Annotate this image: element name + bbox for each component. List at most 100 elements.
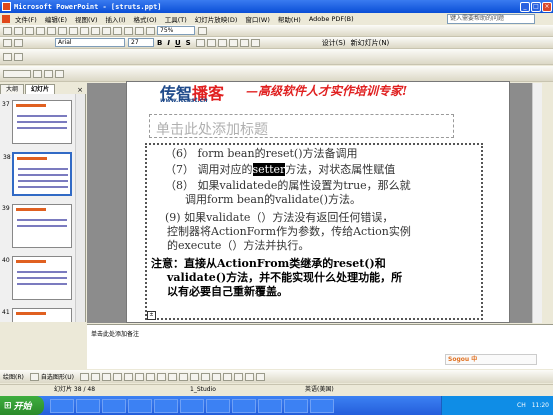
menu-help[interactable]: 帮助(H) — [278, 14, 301, 24]
dash-style-icon[interactable] — [222, 372, 232, 381]
select-icon[interactable] — [29, 372, 39, 381]
align-center-icon[interactable] — [206, 38, 216, 47]
undo-icon[interactable] — [102, 26, 111, 35]
taskbar-app-1[interactable] — [50, 398, 74, 413]
line-icon[interactable] — [79, 372, 89, 381]
fill-color-icon[interactable] — [178, 372, 188, 381]
font-color-icon[interactable] — [250, 38, 260, 47]
help-search-input[interactable]: 键入需要帮助的问题 — [447, 14, 535, 24]
font-color-draw-icon[interactable] — [200, 372, 210, 381]
body-textbox[interactable]: （6） form bean的reset()方法备调用 （7） 调用对应的sett… — [145, 143, 483, 320]
start-button[interactable]: ⊞ 开始 — [0, 396, 44, 415]
menu-edit[interactable]: 编辑(E) — [45, 14, 67, 24]
align-right-icon[interactable] — [217, 38, 227, 47]
italic-button[interactable]: I — [167, 39, 170, 47]
script-icon[interactable] — [44, 69, 53, 78]
new-slide-button[interactable]: 新幻灯片(N) — [351, 38, 390, 48]
taskbar-app-7[interactable] — [206, 398, 230, 413]
taskbar-app-5[interactable] — [154, 398, 178, 413]
preview-icon[interactable] — [47, 26, 56, 35]
thumbnail[interactable]: 39 — [2, 204, 72, 248]
spell-icon[interactable] — [58, 26, 67, 35]
pdf-mail-icon[interactable] — [14, 38, 23, 47]
3d-style-icon[interactable] — [255, 372, 265, 381]
ime-indicator[interactable]: CH — [517, 402, 526, 409]
menu-tools[interactable]: 工具(T) — [165, 14, 187, 24]
save-icon[interactable] — [25, 26, 34, 35]
taskbar-app-10[interactable] — [284, 398, 308, 413]
pdf-icon[interactable] — [3, 38, 12, 47]
autoshapes-menu[interactable]: 自选图形(U) — [41, 372, 74, 381]
minimize-button[interactable]: _ — [520, 1, 530, 12]
open-icon[interactable] — [14, 26, 23, 35]
pdf-convert-icon[interactable] — [3, 52, 12, 61]
diagram-icon[interactable] — [145, 372, 155, 381]
taskbar-app-9[interactable] — [258, 398, 282, 413]
menu-format[interactable]: 格式(O) — [134, 14, 157, 24]
shadow-button[interactable]: S — [186, 39, 191, 47]
thumbnail-scrollbar[interactable] — [75, 94, 85, 322]
bold-button[interactable]: B — [157, 39, 162, 47]
arrow-style-icon[interactable] — [233, 372, 243, 381]
font-size-select[interactable]: 27 — [128, 38, 154, 47]
menu-file[interactable]: 文件(F) — [15, 14, 37, 24]
maximize-button[interactable]: □ — [531, 1, 541, 12]
numbering-icon[interactable] — [228, 38, 238, 47]
taskbar-app-2[interactable] — [76, 398, 100, 413]
taskbar-app-6[interactable] — [180, 398, 204, 413]
draw-menu[interactable]: 绘图(R) — [3, 372, 24, 381]
print-icon[interactable] — [36, 26, 45, 35]
shadow-style-icon[interactable] — [244, 372, 254, 381]
taskbar-app-3[interactable] — [102, 398, 126, 413]
oval-icon[interactable] — [112, 372, 122, 381]
bullets-icon[interactable] — [239, 38, 249, 47]
taskbar-app-4[interactable] — [128, 398, 152, 413]
title-placeholder[interactable]: 单击此处添加标题 — [149, 114, 454, 138]
taskbar-app-11[interactable] — [310, 398, 334, 413]
wordart-icon[interactable] — [134, 372, 144, 381]
tab-outline[interactable]: 大纲 — [0, 84, 25, 94]
menu-insert[interactable]: 插入(I) — [106, 14, 126, 24]
font-select[interactable]: Arial — [55, 38, 125, 47]
menu-window[interactable]: 窗口(W) — [245, 14, 270, 24]
close-panel-icon[interactable]: × — [77, 86, 83, 94]
taskbar-app-8[interactable] — [232, 398, 256, 413]
zoom-select[interactable]: 75% — [157, 26, 195, 35]
grid-icon[interactable] — [146, 26, 155, 35]
sogou-ime-bar[interactable]: Sogou 中 — [445, 354, 537, 365]
redo-icon[interactable] — [113, 26, 122, 35]
menu-slideshow[interactable]: 幻灯片放映(D) — [195, 14, 238, 24]
thumbnail-selected[interactable]: 38 — [3, 152, 72, 196]
thumbnail[interactable]: 41 — [2, 308, 72, 322]
thumbnail[interactable]: 40 — [2, 256, 72, 300]
copy-icon[interactable] — [80, 26, 89, 35]
document-icon[interactable] — [2, 15, 10, 23]
design-button[interactable]: 设计(S) — [322, 38, 346, 48]
thumbnail[interactable]: 37 — [2, 100, 72, 144]
macro-icon[interactable] — [33, 69, 42, 78]
slide-scrollbar[interactable] — [532, 83, 542, 323]
arrow-icon[interactable] — [90, 372, 100, 381]
new-icon[interactable] — [3, 26, 12, 35]
table-icon[interactable] — [135, 26, 144, 35]
chart-icon[interactable] — [124, 26, 133, 35]
cut-icon[interactable] — [69, 26, 78, 35]
underline-button[interactable]: U — [175, 39, 181, 47]
menu-view[interactable]: 视图(V) — [75, 14, 98, 24]
autofit-options-icon[interactable]: ± — [147, 311, 156, 320]
close-button[interactable]: × — [542, 1, 552, 12]
line-color-icon[interactable] — [189, 372, 199, 381]
clipart-icon[interactable] — [156, 372, 166, 381]
paste-icon[interactable] — [91, 26, 100, 35]
record-button[interactable] — [3, 69, 31, 78]
pdf-email-icon[interactable] — [14, 52, 23, 61]
line-style-icon[interactable] — [211, 372, 221, 381]
tab-slides[interactable]: 幻灯片 — [25, 84, 56, 94]
help-icon[interactable] — [198, 26, 207, 35]
textbox-icon[interactable] — [123, 372, 133, 381]
menu-adobe-pdf[interactable]: Adobe PDF(B) — [309, 15, 354, 23]
box-icon[interactable] — [55, 69, 64, 78]
picture-icon[interactable] — [167, 372, 177, 381]
align-left-icon[interactable] — [195, 38, 205, 47]
rectangle-icon[interactable] — [101, 372, 111, 381]
